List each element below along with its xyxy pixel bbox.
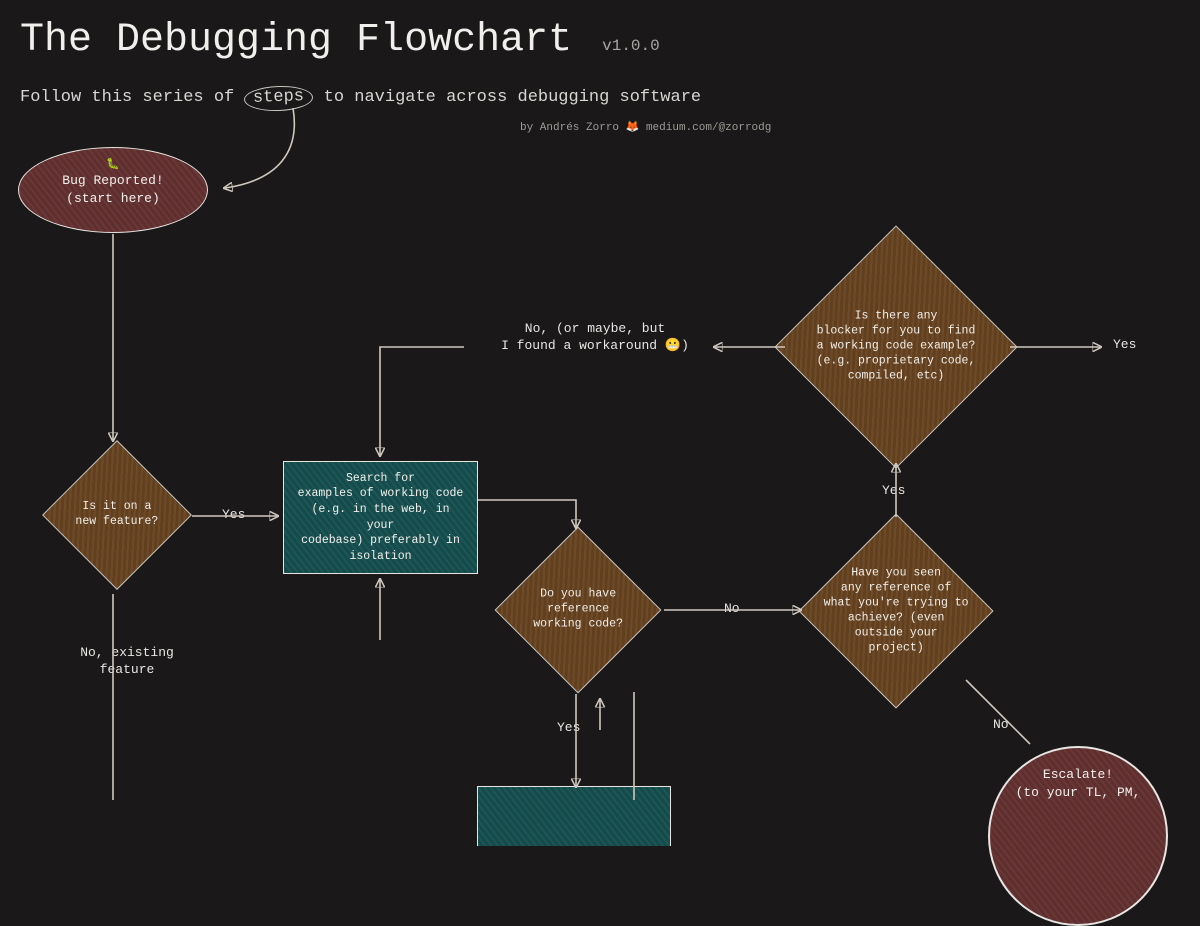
terminal-escalate: Escalate!(to your TL, PM, xyxy=(988,746,1168,926)
edge-label-yes-blocker: Yes xyxy=(1113,337,1136,354)
edge-label-yes-feature: Yes xyxy=(222,507,245,524)
process-search-examples: Search forexamples of working code(e.g. … xyxy=(283,461,478,574)
page-title: The Debugging Flowchart v1.0.0 xyxy=(20,18,660,63)
decision-seen-reference-label: Have you seenany reference ofwhat you're… xyxy=(801,566,991,656)
edge-label-yes-ref: Yes xyxy=(557,720,580,737)
byline-author: by Andrés Zorro xyxy=(520,122,626,134)
terminal-escalate-label: Escalate!(to your TL, PM, xyxy=(1016,767,1141,800)
edge-label-no-existing: No, existingfeature xyxy=(62,645,192,679)
decision-blocker: Is there anyblocker for you to finda wor… xyxy=(774,225,1017,468)
subtitle-post: to navigate across debugging software xyxy=(313,88,701,107)
edge-label-no-seen: No xyxy=(993,717,1009,734)
version-text: v1.0.0 xyxy=(602,37,660,55)
subtitle-pre: Follow this series of xyxy=(20,88,244,107)
decision-blocker-label: Is there anyblocker for you to finda wor… xyxy=(777,310,1015,385)
decision-new-feature-label: Is it on anew feature? xyxy=(44,500,190,530)
decision-new-feature: Is it on anew feature? xyxy=(42,440,192,590)
title-text: The Debugging Flowchart xyxy=(20,18,572,63)
byline-link: medium.com/@zorrodg xyxy=(646,122,771,134)
byline: by Andrés Zorro 🦊 medium.com/@zorrodg xyxy=(520,120,771,134)
decision-seen-reference: Have you seenany reference ofwhat you're… xyxy=(798,513,993,708)
subtitle-circled-word: steps xyxy=(244,85,314,112)
start-node-label: Bug Reported!(start here) xyxy=(62,172,163,207)
process-partial-bottom xyxy=(477,786,671,846)
edge-label-no-blocker: No, (or maybe, butI found a workaround 😬… xyxy=(490,321,700,355)
fox-icon: 🦊 xyxy=(626,122,640,134)
decision-have-reference-code: Do you havereferenceworking code? xyxy=(495,527,662,694)
edge-label-yes-seen: Yes xyxy=(882,483,905,500)
edge-label-no-ref: No xyxy=(724,601,740,618)
process-search-examples-label: Search forexamples of working code(e.g. … xyxy=(296,471,465,564)
start-node: 🐛 Bug Reported!(start here) xyxy=(18,147,208,233)
decision-have-reference-code-label: Do you havereferenceworking code? xyxy=(497,588,659,633)
subtitle: Follow this series of steps to navigate … xyxy=(20,86,701,111)
bug-icon: 🐛 xyxy=(106,158,120,173)
